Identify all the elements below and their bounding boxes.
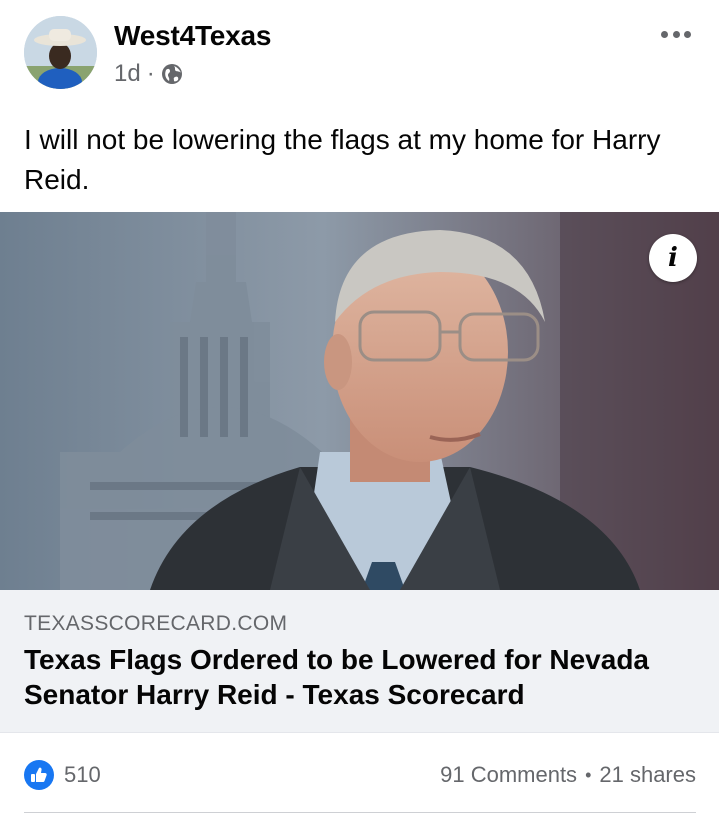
dot-icon [672, 30, 680, 38]
meta-separator: · [146, 60, 155, 87]
post-time[interactable]: 1d [114, 60, 141, 88]
more-options-button[interactable] [658, 22, 694, 46]
count-separator: • [585, 764, 592, 785]
post-header: West4Texas 1d · [24, 16, 696, 92]
comments-count[interactable]: 91 Comments [440, 762, 577, 788]
link-domain: TEXASSCORECARD.COM [24, 612, 288, 635]
avatar[interactable] [24, 16, 97, 89]
like-icon [24, 760, 54, 790]
dot-icon [661, 30, 668, 38]
divider [24, 812, 696, 813]
reactions-bar: 510 91 Comments • 21 shares [24, 757, 696, 793]
engagement-counts: 91 Comments • 21 shares [440, 762, 696, 788]
dot-icon [684, 30, 691, 38]
post-meta: 1d · [114, 60, 183, 88]
shares-count[interactable]: 21 shares [599, 762, 696, 788]
link-image-photo [0, 212, 719, 590]
author-name[interactable]: West4Texas [114, 20, 271, 52]
info-button[interactable]: i [649, 234, 697, 282]
reaction-summary[interactable]: 510 [24, 760, 101, 790]
link-preview[interactable]: TEXASSCORECARD.COM Texas Flags Ordered t… [0, 590, 719, 733]
link-title[interactable]: Texas Flags Ordered to be Lowered for Ne… [24, 642, 664, 712]
globe-icon [161, 63, 183, 85]
like-count: 510 [64, 762, 101, 787]
link-image[interactable]: i [0, 212, 719, 590]
post-text: I will not be lowering the flags at my h… [24, 124, 661, 195]
